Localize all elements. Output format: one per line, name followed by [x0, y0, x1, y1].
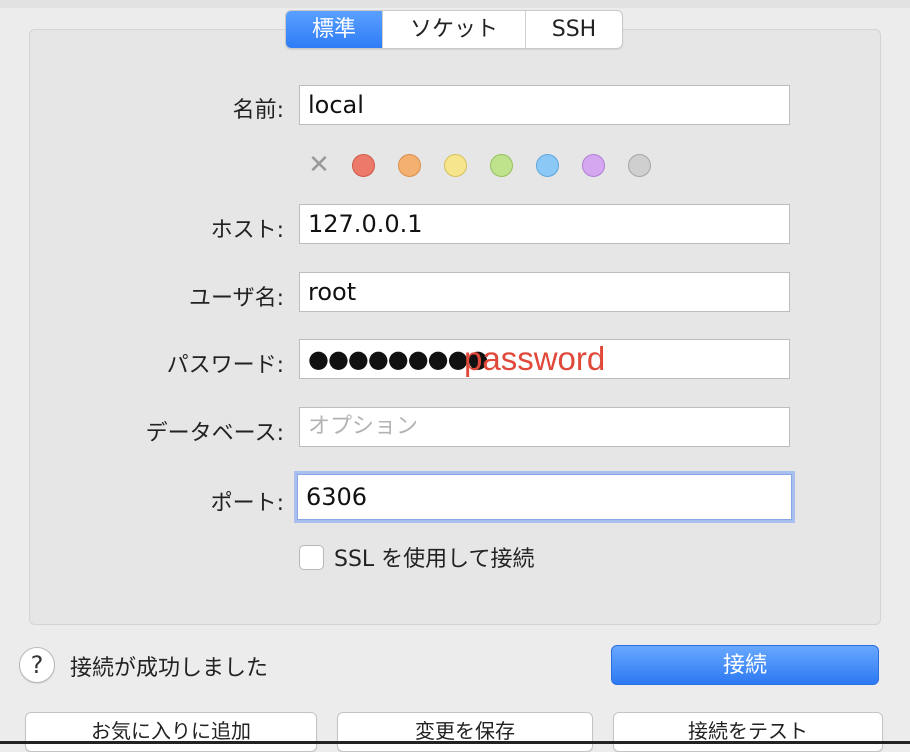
port-label: ポート: — [210, 491, 284, 516]
database-field[interactable]: オプション — [299, 407, 790, 447]
save-changes-button[interactable]: 変更を保存 — [337, 712, 593, 752]
host-label: ホスト: — [210, 218, 284, 243]
window-top-strip — [0, 0, 910, 8]
username-field[interactable]: root — [299, 272, 790, 312]
color-orange[interactable] — [398, 153, 421, 177]
color-green[interactable] — [490, 153, 513, 177]
tab-standard[interactable]: 標準 — [286, 11, 383, 48]
favorite-color-picker: ✕ — [306, 150, 674, 180]
color-blue[interactable] — [536, 153, 559, 177]
color-gray[interactable] — [628, 153, 651, 177]
connect-button[interactable]: 接続 — [611, 645, 879, 685]
tab-socket[interactable]: ソケット — [383, 11, 526, 48]
name-label: 名前: — [232, 98, 284, 123]
name-field[interactable]: local — [299, 85, 790, 125]
username-label: ユーザ名: — [189, 286, 284, 311]
color-purple[interactable] — [582, 153, 605, 177]
ssl-option: SSL を使用して接続 — [299, 541, 535, 573]
connection-status-message: 接続が成功しました — [70, 656, 269, 681]
host-field[interactable]: 127.0.0.1 — [299, 204, 790, 244]
port-field[interactable]: 6306 — [297, 474, 792, 520]
x-icon[interactable]: ✕ — [306, 152, 332, 178]
connection-type-tabs: 標準 ソケット SSH — [285, 10, 623, 49]
add-favorite-button[interactable]: お気に入りに追加 — [25, 712, 317, 752]
tab-ssh[interactable]: SSH — [526, 11, 622, 48]
help-icon[interactable]: ? — [19, 647, 55, 683]
test-connection-button[interactable]: 接続をテスト — [613, 712, 883, 752]
password-label: パスワード: — [166, 353, 284, 378]
ssl-checkbox[interactable] — [299, 544, 324, 570]
database-label: データベース: — [145, 421, 284, 446]
ssl-checkbox-label[interactable]: SSL を使用して接続 — [334, 541, 535, 573]
password-annotation: password — [464, 340, 606, 377]
color-red[interactable] — [352, 153, 375, 177]
color-yellow[interactable] — [444, 153, 467, 177]
